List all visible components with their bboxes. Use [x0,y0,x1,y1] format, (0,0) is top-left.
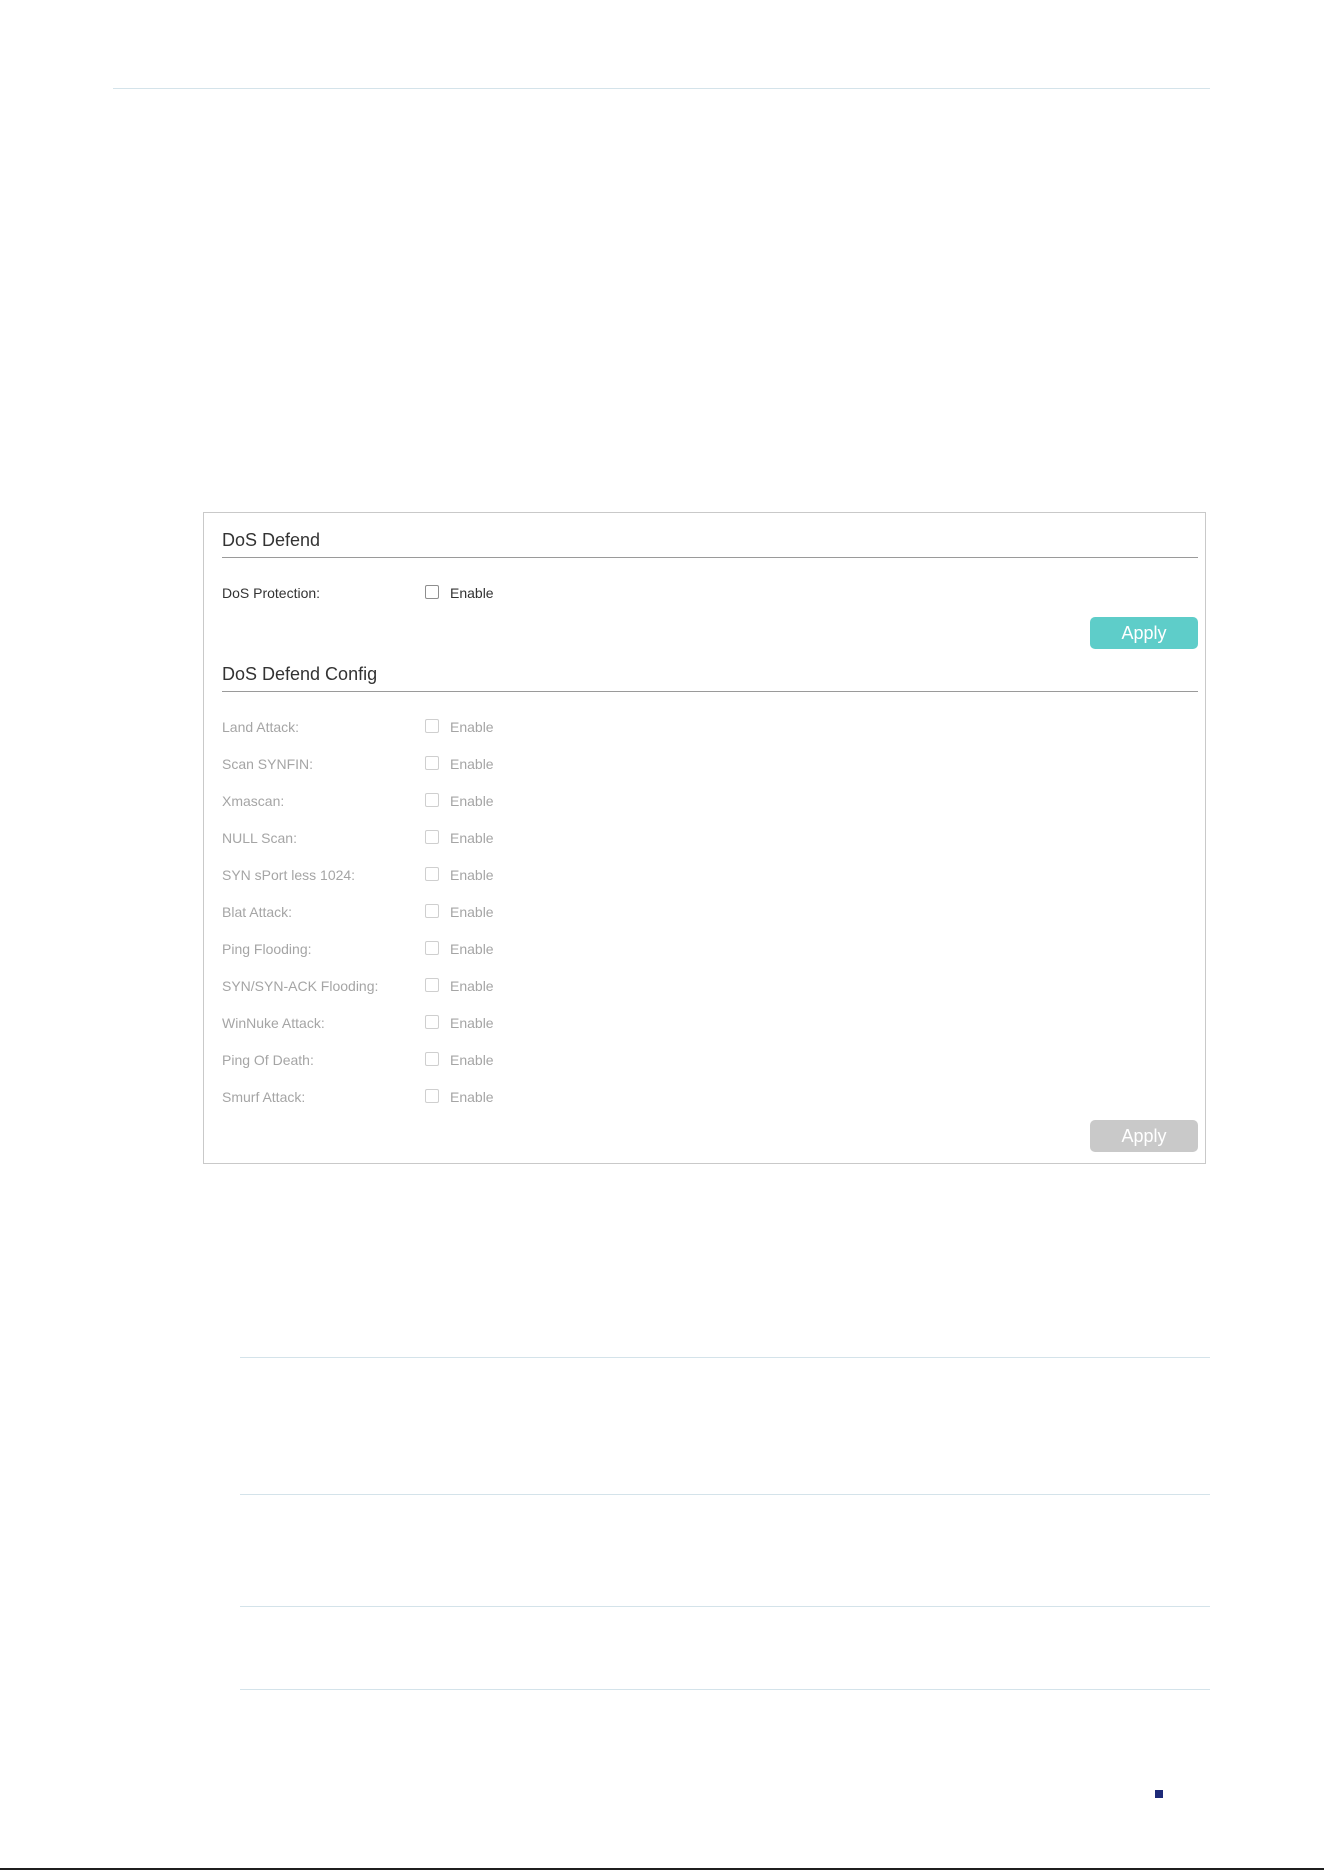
dos-protection-label: DoS Protection: [222,585,321,601]
config-item-enable-label[interactable]: Enable [450,793,494,809]
config-item-checkbox[interactable] [425,830,439,844]
config-item-enable-label[interactable]: Enable [450,756,494,772]
config-item-checkbox[interactable] [425,1052,439,1066]
config-item-checkbox[interactable] [425,867,439,881]
table-divider-1 [240,1357,1210,1358]
config-item-checkbox[interactable] [425,904,439,918]
config-row: Land Attack: Enable [222,717,622,737]
config-item-enable-label[interactable]: Enable [450,830,494,846]
dos-defend-title-underline [222,557,1198,558]
config-item-label: Smurf Attack: [222,1089,306,1105]
config-item-label: WinNuke Attack: [222,1015,325,1031]
config-item-enable-label[interactable]: Enable [450,867,494,883]
config-item-enable-label[interactable]: Enable [450,719,494,735]
config-item-label: SYN sPort less 1024: [222,867,356,883]
config-item-label: Scan SYNFIN: [222,756,314,772]
config-row: Ping Of Death: Enable [222,1050,622,1070]
config-item-checkbox[interactable] [425,941,439,955]
config-item-label: Ping Flooding: [222,941,312,957]
config-item-checkbox[interactable] [425,1089,439,1103]
config-item-enable-label[interactable]: Enable [450,1089,494,1105]
bottom-rule [0,1868,1324,1870]
config-row: SYN/SYN-ACK Flooding: Enable [222,976,622,996]
dos-protection-checkbox[interactable] [425,585,439,599]
config-row: NULL Scan: Enable [222,828,622,848]
config-item-label: Ping Of Death: [222,1052,314,1068]
dos-defend-title: DoS Defend [222,530,321,550]
config-row: Ping Flooding: Enable [222,939,622,959]
config-item-label: Blat Attack: [222,904,293,920]
dos-protection-enable-label[interactable]: Enable [450,585,494,601]
config-row: Scan SYNFIN: Enable [222,754,622,774]
config-row: Smurf Attack: Enable [222,1087,622,1107]
table-divider-4 [240,1689,1210,1690]
dos-defend-panel: DoS Defend DoS Protection: Enable Apply … [203,512,1206,1164]
table-divider-2 [240,1494,1210,1495]
dos-defend-config-title-underline [222,691,1198,692]
page-marker-square [1155,1790,1163,1798]
config-row: Xmascan: Enable [222,791,622,811]
config-row: Blat Attack: Enable [222,902,622,922]
table-divider-3 [240,1606,1210,1607]
config-item-checkbox[interactable] [425,793,439,807]
dos-protection-row: DoS Protection: Enable [222,583,622,603]
config-item-enable-label[interactable]: Enable [450,941,494,957]
config-item-enable-label[interactable]: Enable [450,1015,494,1031]
config-item-checkbox[interactable] [425,719,439,733]
config-item-checkbox[interactable] [425,978,439,992]
config-row: WinNuke Attack: Enable [222,1013,622,1033]
config-item-label: Land Attack: [222,719,300,735]
config-item-label: NULL Scan: [222,830,297,846]
config-item-label: SYN/SYN-ACK Flooding: [222,978,379,994]
dos-defend-config-title: DoS Defend Config [222,664,378,684]
config-item-enable-label[interactable]: Enable [450,1052,494,1068]
config-item-enable-label[interactable]: Enable [450,904,494,920]
dos-defend-apply-button[interactable]: Apply [1090,617,1198,649]
config-row: SYN sPort less 1024: Enable [222,865,622,885]
config-item-label: Xmascan: [222,793,285,809]
top-divider [113,88,1210,89]
config-item-checkbox[interactable] [425,1015,439,1029]
config-item-checkbox[interactable] [425,756,439,770]
dos-defend-config-apply-button[interactable]: Apply [1090,1120,1198,1152]
config-item-enable-label[interactable]: Enable [450,978,494,994]
